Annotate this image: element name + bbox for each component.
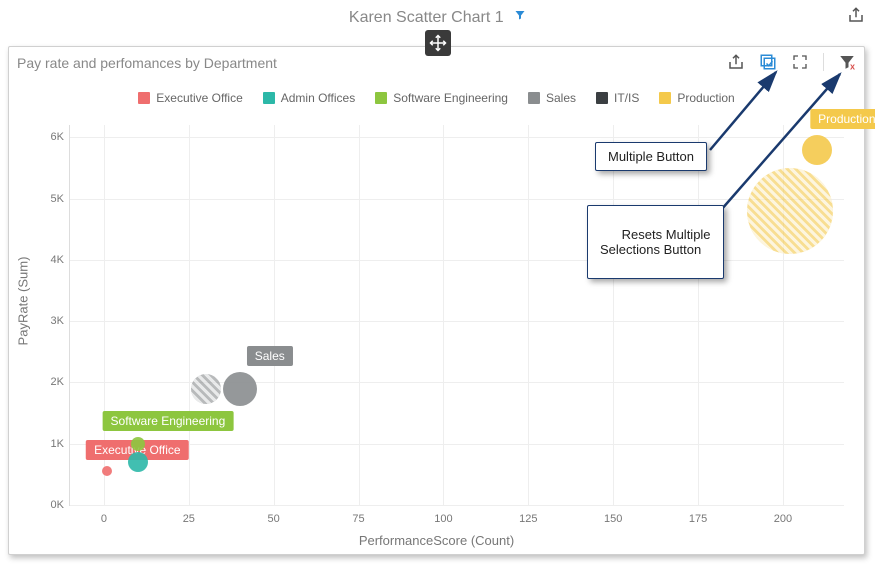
legend-item[interactable]: Admin Offices (263, 91, 355, 105)
legend-label: Software Engineering (393, 91, 508, 105)
chart-title-bar: Karen Scatter Chart 1 (8, 4, 867, 32)
legend-item[interactable]: Software Engineering (375, 91, 508, 105)
y-tick: 5K (34, 193, 64, 205)
share-icon[interactable] (847, 6, 865, 24)
x-tick: 0 (101, 513, 107, 525)
data-bubble[interactable] (747, 168, 833, 254)
plot-area: 0K1K2K3K4K5K6K0255075100125150175200Exec… (69, 125, 844, 506)
move-handle-icon[interactable] (425, 30, 451, 56)
legend-item[interactable]: Executive Office (138, 91, 242, 105)
legend-label: Production (677, 91, 734, 105)
legend-label: Executive Office (156, 91, 242, 105)
callout-text: Multiple Button (608, 149, 694, 164)
x-tick: 175 (689, 513, 707, 525)
legend: Executive Office Admin Offices Software En… (9, 91, 864, 107)
legend-swatch (263, 92, 275, 104)
data-bubble[interactable] (191, 374, 221, 404)
data-bubble[interactable] (131, 437, 145, 451)
reset-filter-icon[interactable]: x (838, 53, 856, 71)
filter-icon[interactable] (514, 9, 526, 21)
x-tick: 50 (268, 513, 280, 525)
legend-swatch (528, 92, 540, 104)
data-bubble[interactable] (802, 135, 832, 165)
callout-multiple: Multiple Button (595, 142, 707, 171)
x-tick: 125 (519, 513, 537, 525)
y-tick: 3K (34, 315, 64, 327)
chart-title: Karen Scatter Chart 1 (349, 9, 504, 26)
y-tick: 6K (34, 131, 64, 143)
legend-item[interactable]: Production (659, 91, 734, 105)
legend-swatch (375, 92, 387, 104)
legend-item[interactable]: IT/IS (596, 91, 639, 105)
data-bubble[interactable] (102, 466, 112, 476)
data-bubble[interactable] (223, 372, 257, 406)
chart-panel: Pay rate and perfomances by Department x… (8, 46, 865, 555)
x-tick: 75 (352, 513, 364, 525)
y-tick: 1K (34, 438, 64, 450)
data-label: Sales (247, 346, 293, 366)
data-bubble[interactable] (128, 452, 148, 472)
legend-label: IT/IS (614, 91, 639, 105)
multiple-select-icon[interactable] (759, 53, 777, 71)
x-tick: 200 (774, 513, 792, 525)
legend-swatch (596, 92, 608, 104)
legend-item[interactable]: Sales (528, 91, 576, 105)
y-tick: 2K (34, 376, 64, 388)
y-tick: 4K (34, 254, 64, 266)
data-label: Production (810, 109, 875, 129)
legend-label: Sales (546, 91, 576, 105)
x-axis-label: PerformanceScore (Count) (359, 533, 514, 548)
data-label: Software Engineering (103, 411, 234, 431)
x-tick: 150 (604, 513, 622, 525)
panel-toolbar: x (727, 53, 856, 71)
panel-subtitle: Pay rate and perfomances by Department (17, 55, 277, 71)
callout-reset: Resets Multiple Selections Button (587, 205, 724, 279)
legend-swatch (659, 92, 671, 104)
svg-text:x: x (850, 62, 855, 72)
callout-text: Resets Multiple Selections Button (600, 227, 711, 257)
legend-swatch (138, 92, 150, 104)
y-axis-label: PayRate (Sum) (16, 256, 31, 345)
legend-label: Admin Offices (281, 91, 355, 105)
y-tick: 0K (34, 499, 64, 511)
toolbar-divider (823, 53, 824, 71)
fullscreen-icon[interactable] (791, 53, 809, 71)
x-tick: 25 (183, 513, 195, 525)
x-tick: 100 (434, 513, 452, 525)
export-icon[interactable] (727, 53, 745, 71)
